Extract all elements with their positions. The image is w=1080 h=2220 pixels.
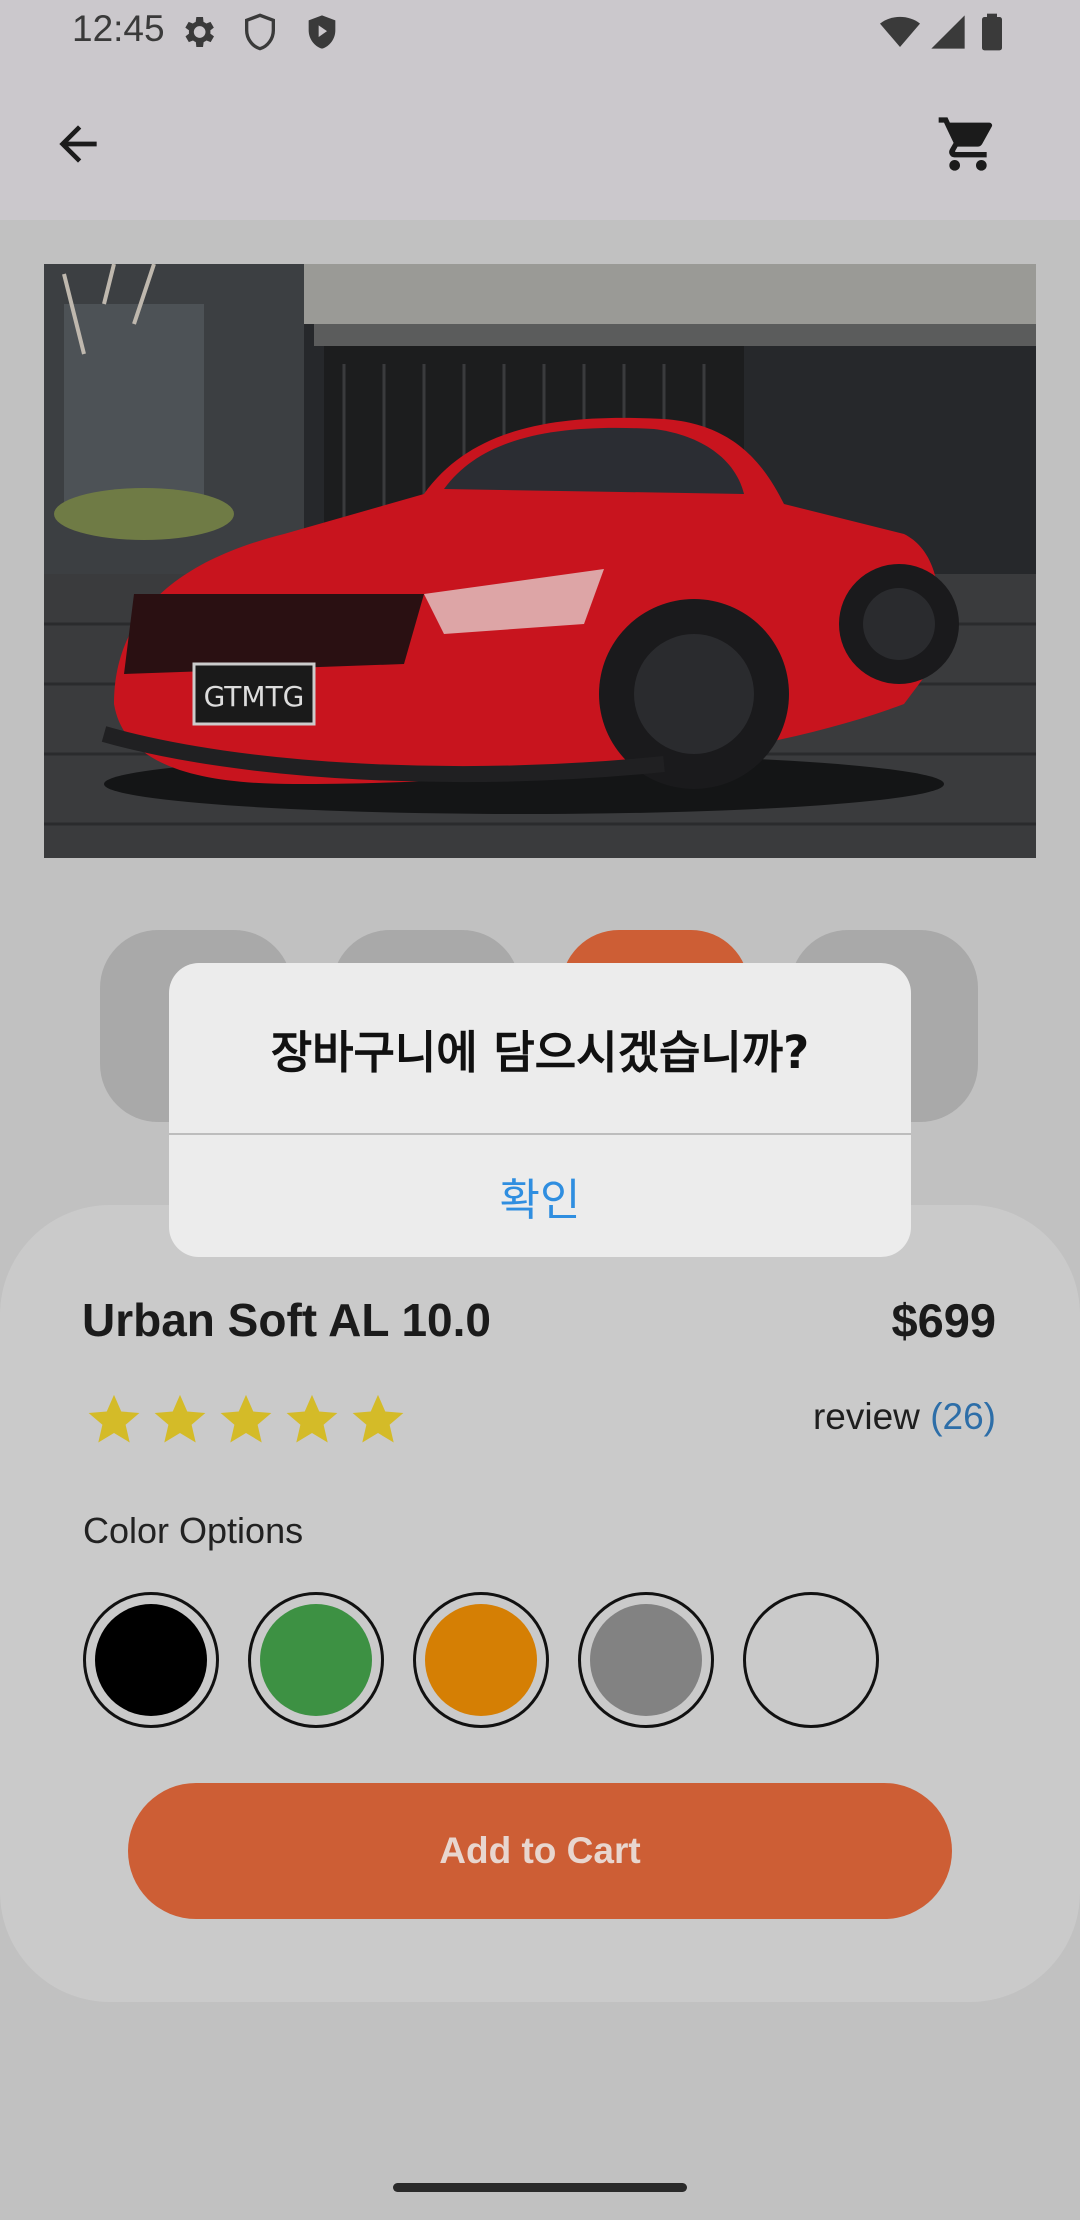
star-icon: [154, 1394, 206, 1443]
color-dot: [590, 1604, 702, 1716]
battery-icon: [982, 13, 1002, 51]
product-name: Urban Soft AL 10.0: [82, 1294, 491, 1346]
star-icon: [286, 1394, 338, 1443]
confirm-dialog: 장바구니에 담으시겠습니까? 확인: [169, 963, 911, 1257]
color-swatch-green[interactable]: [248, 1592, 384, 1728]
dialog-title: 장바구니에 담으시겠습니까?: [270, 1025, 810, 1079]
home-indicator[interactable]: [393, 2183, 687, 2192]
color-dot: [260, 1604, 372, 1716]
color-dot: [95, 1604, 207, 1716]
license-plate: GTMTG: [204, 680, 305, 713]
shield-filled-icon: [308, 15, 336, 49]
app-bar: [0, 64, 1080, 220]
product-price: $699: [891, 1294, 996, 1347]
review-link[interactable]: review (26): [813, 1396, 996, 1438]
shield-outline-icon: [245, 13, 275, 51]
signal-icon: [931, 15, 965, 49]
star-icon: [352, 1394, 404, 1443]
status-time: 12:45: [72, 8, 165, 49]
color-swatch-orange[interactable]: [413, 1592, 549, 1728]
back-arrow-icon[interactable]: [50, 116, 106, 172]
dialog-confirm-button[interactable]: 확인: [169, 1135, 911, 1257]
review-label: review: [812, 1396, 920, 1437]
color-options-label: Color Options: [83, 1510, 304, 1551]
shopping-cart-icon[interactable]: [936, 112, 1000, 176]
color-dot: [425, 1604, 537, 1716]
color-swatch-grey[interactable]: [578, 1592, 714, 1728]
car-photo: GTMTG: [44, 264, 1036, 858]
color-swatch-white[interactable]: [743, 1592, 879, 1728]
star-icon: [220, 1394, 272, 1443]
wifi-icon: [880, 16, 920, 47]
star-icon: [88, 1394, 140, 1443]
review-count: (26): [930, 1396, 996, 1437]
color-dot: [755, 1604, 867, 1716]
settings-icon: [185, 17, 214, 47]
product-image: GTMTG: [44, 264, 1036, 858]
color-swatch-black[interactable]: [83, 1592, 219, 1728]
add-to-cart-button[interactable]: Add to Cart: [128, 1783, 952, 1919]
